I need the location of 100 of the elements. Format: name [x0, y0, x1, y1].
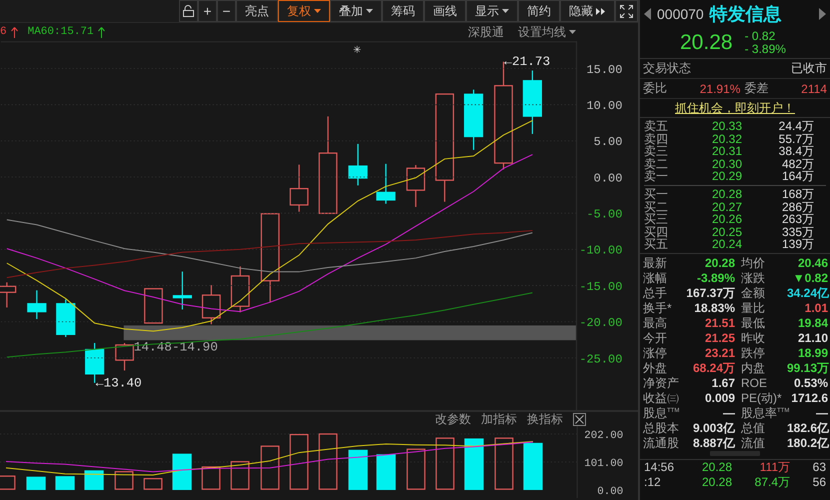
- up-arrow-icon: [98, 26, 105, 38]
- order-price: 20.24: [710, 238, 742, 251]
- toolbar-button[interactable]: 叠加: [330, 0, 382, 22]
- order-price: 20.33: [710, 120, 742, 133]
- field-label: 委比: [643, 80, 667, 97]
- stat-label: PE(动)*: [740, 390, 783, 406]
- lock-icon: [183, 5, 194, 17]
- stat-value: 0.53%: [792, 376, 828, 391]
- up-arrow-icon: [10, 26, 18, 38]
- order-price: 20.31: [710, 145, 742, 158]
- indicator-action[interactable]: 改参数: [435, 410, 471, 428]
- fullscreen-button[interactable]: [615, 0, 638, 22]
- toolbar-button[interactable]: 隐藏: [560, 0, 615, 22]
- toolbar-button[interactable]: 显示: [466, 0, 518, 22]
- collapse-handle[interactable]: [710, 450, 760, 456]
- stat-value: 21.10: [796, 330, 828, 346]
- stat-label: 跌停: [740, 346, 766, 361]
- toolbar-button[interactable]: 画线: [424, 0, 466, 22]
- field-label: 交易状态: [643, 60, 691, 77]
- lock-button[interactable]: [179, 0, 198, 22]
- axis-label: 0.00: [597, 486, 624, 498]
- chart-link[interactable]: 设置均线: [518, 24, 576, 40]
- order-volume: 164万: [780, 170, 814, 183]
- trade-volume: 111万: [758, 460, 790, 475]
- stat-label: 今开: [643, 330, 668, 346]
- promo-link[interactable]: 抓住机会，即刻开户！: [675, 100, 795, 116]
- volume-bar: [290, 434, 308, 490]
- chart-link[interactable]: 深股通: [468, 24, 504, 40]
- indicator-action[interactable]: 换指标: [527, 410, 563, 428]
- order-price: 20.28: [710, 188, 742, 201]
- order-level-label: 买五: [644, 238, 669, 251]
- volume-bar: [230, 461, 250, 490]
- close-icon: [575, 414, 584, 424]
- volume-bar: [84, 470, 104, 490]
- order-volume: 24.4万: [778, 120, 814, 133]
- trade-count: 56: [812, 474, 826, 490]
- stat-value: ▼0.82: [792, 270, 828, 286]
- volume-bar: [348, 450, 368, 490]
- stat-label: 换手*: [643, 300, 673, 316]
- volume-bar: [114, 471, 134, 490]
- order-level-label: 买二: [644, 200, 669, 214]
- axis-label: 10.00: [586, 99, 622, 114]
- order-volume: 482万: [780, 158, 814, 170]
- toolbar-button[interactable]: 复权: [278, 0, 330, 22]
- stat-value: 34.24亿: [787, 286, 828, 301]
- trade-price: 20.28: [700, 474, 732, 490]
- close-button[interactable]: [573, 412, 586, 426]
- field-value: 21.91%: [700, 82, 740, 96]
- fullscreen-icon: [620, 4, 633, 18]
- stat-label: 股息$^{TTM}$: [643, 406, 679, 421]
- axis-label: 202.00: [584, 430, 624, 442]
- order-volume: 168万: [780, 188, 814, 201]
- indicator-action[interactable]: 加指标: [481, 410, 517, 428]
- volume-bar: [436, 438, 454, 490]
- volume-bar: [376, 454, 396, 490]
- candlestick: [56, 300, 76, 337]
- stat-value: 19.84: [796, 316, 828, 331]
- order-volume: 38.4万: [778, 145, 814, 158]
- axis-label: -20.00: [579, 316, 622, 330]
- stat-label: ROE: [740, 376, 768, 391]
- order-level-label: 卖三: [644, 145, 669, 158]
- order-level-label: 卖二: [644, 158, 669, 170]
- toolbar-button[interactable]: 亮点: [236, 0, 278, 22]
- next-arrow-icon[interactable]: [819, 8, 826, 20]
- axis-label: -5.00: [586, 208, 622, 222]
- stat-value: 99.13万: [787, 360, 828, 376]
- stat-label: 涨停: [643, 346, 668, 361]
- stat-label: 流值: [740, 436, 766, 451]
- toolbar-button[interactable]: −: [217, 0, 236, 22]
- stock-name: 特发信息: [710, 3, 783, 26]
- candlestick: [376, 164, 396, 204]
- toolbar-button[interactable]: 筹码: [382, 0, 424, 22]
- stat-value: 1.01: [804, 300, 828, 316]
- trade-time: 14:56: [644, 460, 676, 475]
- order-price: 20.32: [710, 132, 742, 146]
- toolbar-button[interactable]: +: [198, 0, 217, 22]
- order-level-label: 买三: [644, 213, 669, 226]
- previous-arrow-icon[interactable]: [644, 8, 651, 20]
- stat-value: 21.51: [704, 316, 735, 331]
- trade-count: 63: [812, 460, 826, 475]
- axis-label: 15.00: [586, 62, 622, 77]
- stat-label: 最低: [740, 316, 766, 331]
- stat-label: 最高: [643, 316, 668, 331]
- double-arrow-icon: [596, 8, 606, 14]
- stat-value: 23.21: [704, 346, 735, 361]
- stat-label: 流通股: [643, 436, 679, 451]
- caret-icon: [502, 9, 509, 13]
- volume-bar: [144, 478, 162, 490]
- price-band-label: 14.48-14.90: [134, 340, 218, 355]
- axis-label: 101.00: [584, 458, 624, 470]
- order-price: 20.25: [710, 226, 742, 238]
- candlestick: [202, 285, 221, 324]
- order-volume: 55.7万: [778, 132, 814, 146]
- order-price: 20.29: [710, 170, 742, 183]
- order-level-label: 卖一: [644, 170, 669, 183]
- market-status: 已收市: [791, 60, 827, 77]
- stat-label: 总手: [643, 286, 668, 301]
- toolbar-button[interactable]: 简约: [518, 0, 560, 22]
- axis-label: 5.00: [594, 135, 622, 150]
- order-level-label: 卖五: [644, 120, 669, 133]
